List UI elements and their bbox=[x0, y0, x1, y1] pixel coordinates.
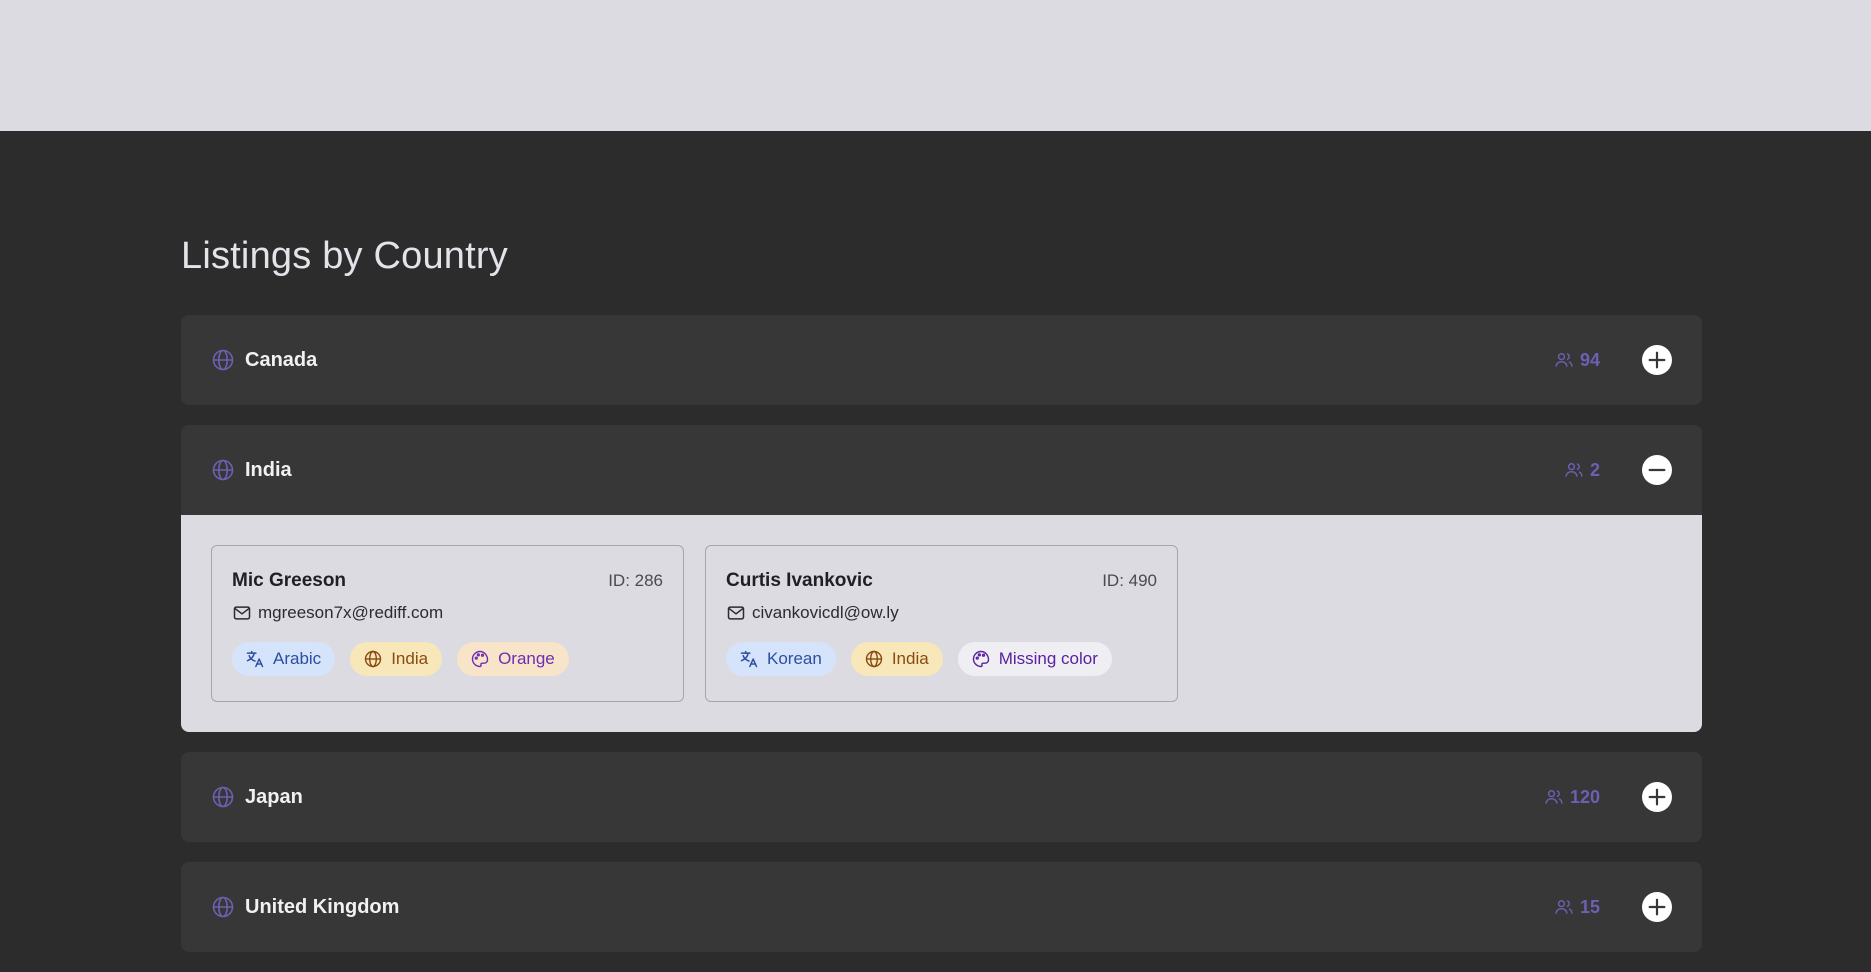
globe-icon bbox=[211, 785, 235, 809]
country-tag: India bbox=[350, 642, 443, 676]
country-tag: India bbox=[850, 642, 943, 676]
globe-icon bbox=[864, 649, 884, 669]
palette-icon bbox=[470, 649, 490, 669]
listing-name: Curtis Ivankovic bbox=[726, 570, 873, 591]
listing-id: ID: 490 bbox=[1102, 571, 1157, 590]
listing-count: 120 bbox=[1544, 787, 1600, 808]
globe-icon bbox=[211, 348, 235, 372]
collapse-button[interactable] bbox=[1642, 455, 1672, 485]
country-header-canada[interactable]: Canada 94 bbox=[181, 315, 1702, 405]
country-header-united-kingdom[interactable]: United Kingdom 15 bbox=[181, 862, 1702, 952]
plus-circle-icon bbox=[1648, 788, 1666, 806]
listing-card: Mic Greeson ID: 286 mgreeson7x@rediff.co… bbox=[211, 545, 684, 702]
users-icon bbox=[1554, 897, 1574, 917]
top-header-band bbox=[0, 0, 1871, 131]
listing-card: Curtis Ivankovic ID: 490 civankovicdl@ow… bbox=[705, 545, 1178, 702]
country-panel-india: India 2 Mic Greeson ID: 286 mgreeson7x@r… bbox=[181, 425, 1702, 732]
country-header-india[interactable]: India 2 bbox=[181, 425, 1702, 515]
listing-id: ID: 286 bbox=[608, 571, 663, 590]
country-panel-united-kingdom: United Kingdom 15 bbox=[181, 862, 1702, 952]
country-name: India bbox=[245, 458, 292, 481]
users-icon bbox=[1554, 350, 1574, 370]
color-tag: Orange bbox=[457, 642, 569, 676]
page-title: Listings by Country bbox=[181, 235, 508, 277]
listing-count: 2 bbox=[1564, 460, 1600, 481]
globe-icon bbox=[211, 895, 235, 919]
listing-name: Mic Greeson bbox=[232, 570, 347, 591]
listing-count-value: 120 bbox=[1569, 786, 1600, 807]
country-name: Canada bbox=[245, 348, 318, 371]
country-label: India bbox=[891, 649, 929, 668]
color-label: Orange bbox=[498, 649, 555, 668]
language-tag: Arabic bbox=[232, 642, 336, 676]
listing-count-value: 94 bbox=[1579, 349, 1600, 370]
plus-circle-icon bbox=[1648, 351, 1666, 369]
listing-count-value: 15 bbox=[1579, 896, 1600, 917]
country-label: India bbox=[391, 649, 429, 668]
users-icon bbox=[1544, 787, 1564, 807]
listing-count: 15 bbox=[1554, 897, 1600, 918]
email-text: civankovicdl@ow.ly bbox=[752, 603, 899, 622]
listing-count-value: 2 bbox=[1589, 459, 1600, 480]
email-text: mgreeson7x@rediff.com bbox=[258, 603, 444, 622]
language-label: Korean bbox=[767, 649, 822, 668]
listing-email: mgreeson7x@rediff.com bbox=[232, 602, 663, 624]
minus-circle-icon bbox=[1648, 468, 1666, 472]
language-label: Arabic bbox=[273, 649, 322, 668]
listing-email: civankovicdl@ow.ly bbox=[726, 602, 1157, 624]
color-label: Missing color bbox=[998, 649, 1098, 668]
listing-tags: Arabic India Orange bbox=[232, 642, 663, 676]
translate-icon bbox=[739, 649, 759, 669]
country-header-japan[interactable]: Japan 120 bbox=[181, 752, 1702, 842]
users-icon bbox=[1564, 460, 1584, 480]
country-name: United Kingdom bbox=[245, 895, 400, 918]
mail-icon bbox=[232, 603, 252, 623]
globe-icon bbox=[211, 458, 235, 482]
country-name: Japan bbox=[245, 785, 303, 808]
expand-button[interactable] bbox=[1642, 782, 1672, 812]
listing-count: 94 bbox=[1554, 350, 1600, 371]
country-listings: Mic Greeson ID: 286 mgreeson7x@rediff.co… bbox=[181, 515, 1702, 732]
main-content: Listings by Country Canada 94 India 2 Mi… bbox=[181, 131, 1702, 972]
expand-button[interactable] bbox=[1642, 345, 1672, 375]
country-list: Canada 94 India 2 Mic Greeson ID: 286 mg… bbox=[181, 315, 1702, 952]
color-tag: Missing color bbox=[957, 642, 1112, 676]
expand-button[interactable] bbox=[1642, 892, 1672, 922]
translate-icon bbox=[245, 649, 265, 669]
language-tag: Korean bbox=[726, 642, 836, 676]
listing-tags: Korean India Missing color bbox=[726, 642, 1157, 676]
mail-icon bbox=[726, 603, 746, 623]
country-panel-japan: Japan 120 bbox=[181, 752, 1702, 842]
country-panel-canada: Canada 94 bbox=[181, 315, 1702, 405]
globe-icon bbox=[363, 649, 383, 669]
plus-circle-icon bbox=[1648, 898, 1666, 916]
palette-icon bbox=[971, 649, 991, 669]
